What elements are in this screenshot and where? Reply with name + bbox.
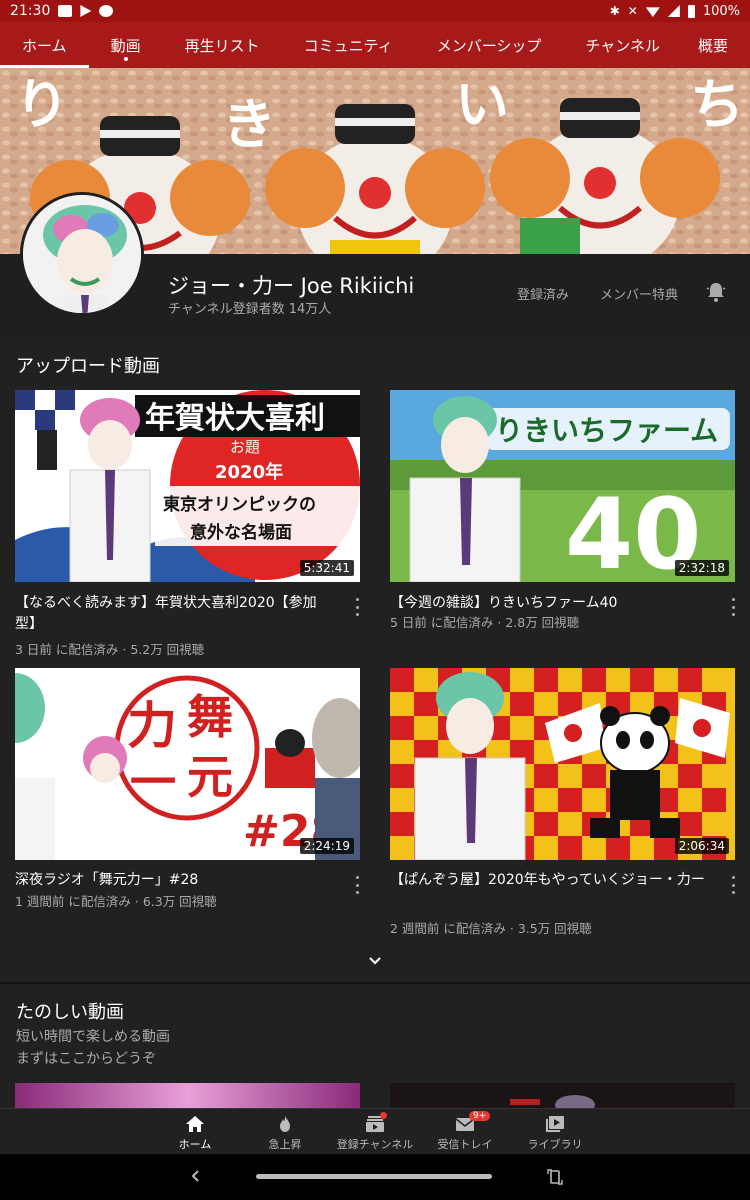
notification-bell-icon[interactable] bbox=[704, 280, 728, 304]
thumb-text: 2020年 bbox=[215, 461, 283, 483]
system-navigation-bar bbox=[0, 1154, 750, 1200]
video-more-icon[interactable] bbox=[726, 876, 740, 894]
video-meta: 3 日前 に配信済み · 5.2万 回視聴 bbox=[15, 642, 205, 657]
battery-icon bbox=[687, 4, 695, 18]
youtube-notification-icon bbox=[58, 5, 73, 17]
tab-about[interactable]: 概要 bbox=[682, 22, 744, 68]
video-duration: 2:06:34 bbox=[674, 838, 729, 854]
video-thumbnail[interactable]: 年賀状大喜利 お題 2020年 東京オリンピックの 意外な名場面 5:32:41 bbox=[15, 390, 360, 582]
video-more-icon[interactable] bbox=[350, 876, 364, 894]
status-time: 21:30 bbox=[10, 3, 51, 19]
tab-channels[interactable]: チャンネル bbox=[563, 22, 682, 68]
video-duration: 2:24:19 bbox=[299, 838, 354, 854]
thumb-text: 元 bbox=[187, 750, 233, 804]
banner-char-4: ち bbox=[690, 73, 744, 136]
thumbnail-image: 年賀状大喜利 お題 2020年 東京オリンピックの 意外な名場面 bbox=[15, 390, 360, 582]
subscriptions-icon bbox=[365, 1112, 387, 1133]
uploads-section-title: アップロード動画 bbox=[16, 356, 160, 377]
banner-char-3: い bbox=[455, 73, 509, 136]
nav-trending[interactable]: 急上昇 bbox=[235, 1109, 335, 1155]
tab-videos[interactable]: 動画 bbox=[89, 22, 163, 68]
channel-tabs: ホーム 動画 再生リスト コミュニティ メンバーシップ チャンネル 概要 bbox=[0, 22, 750, 68]
new-dot bbox=[123, 57, 128, 61]
fun-section-title: たのしい動画 bbox=[16, 1002, 124, 1023]
chat-notification-icon bbox=[99, 5, 114, 17]
video-thumbnail[interactable] bbox=[390, 1083, 735, 1109]
rotate-icon[interactable] bbox=[546, 1168, 564, 1186]
nav-subscriptions[interactable]: 登録チャンネル bbox=[325, 1109, 425, 1155]
subscribed-button[interactable]: 登録済み bbox=[517, 284, 569, 303]
play-store-notification-icon bbox=[80, 5, 92, 17]
video-duration: 2:32:18 bbox=[674, 560, 729, 576]
library-icon bbox=[545, 1115, 565, 1133]
thumbnail-image bbox=[15, 1083, 360, 1109]
new-content-dot bbox=[380, 1112, 387, 1119]
video-title[interactable]: 【ぱんぞう屋】2020年もやっていくジョー・力ー bbox=[390, 870, 710, 891]
video-thumbnail[interactable]: りきいちファーム 40 2:32:18 bbox=[390, 390, 735, 582]
status-bar: 21:30 ✱ ✕ 100% bbox=[0, 0, 750, 22]
channel-avatar[interactable] bbox=[20, 192, 144, 316]
wifi-icon bbox=[645, 7, 660, 17]
signal-icon bbox=[667, 5, 680, 17]
video-meta: 1 週間前 に配信済み · 6.3万 回視聴 bbox=[15, 894, 217, 909]
thumb-text: 一 bbox=[130, 755, 176, 809]
channel-name: ジョー・力ー Joe Rikiichi bbox=[168, 274, 415, 298]
inbox-icon: 9+ bbox=[455, 1111, 491, 1133]
tab-playlists[interactable]: 再生リスト bbox=[163, 22, 282, 68]
video-thumbnail[interactable] bbox=[15, 1083, 360, 1109]
video-meta: 2 週間前 に配信済み · 3.5万 回視聴 bbox=[390, 921, 592, 936]
thumb-text: お題 bbox=[230, 438, 260, 456]
bluetooth-icon: ✱ bbox=[609, 4, 620, 18]
subscriber-count: チャンネル登録者数 14万人 bbox=[168, 302, 332, 317]
video-thumbnail[interactable]: 2:06:34 bbox=[390, 668, 735, 860]
thumbnail-image bbox=[390, 1083, 735, 1109]
tab-membership[interactable]: メンバーシップ bbox=[415, 22, 564, 68]
tab-community[interactable]: コミュニティ bbox=[282, 22, 415, 68]
video-duration: 5:32:41 bbox=[299, 560, 354, 576]
section-divider bbox=[0, 982, 750, 984]
video-meta: 5 日前 に配信済み · 2.8万 回視聴 bbox=[390, 615, 580, 630]
flame-icon bbox=[275, 1115, 295, 1133]
video-more-icon[interactable] bbox=[350, 598, 364, 616]
mute-icon: ✕ bbox=[627, 4, 638, 18]
thumb-text: 意外な名場面 bbox=[190, 522, 292, 543]
battery-percent: 100% bbox=[702, 3, 740, 19]
member-perks-button[interactable]: メンバー特典 bbox=[600, 284, 678, 303]
nav-inbox[interactable]: 9+ 受信トレイ bbox=[415, 1109, 515, 1155]
bottom-navigation: ホーム 急上昇 登録チャンネル 9+ 受信トレイ ライブラリ bbox=[0, 1108, 750, 1154]
thumbnail-image: りきいちファーム 40 bbox=[390, 390, 735, 582]
thumbnail-image bbox=[390, 668, 735, 860]
video-title[interactable]: 【なるべく読みます】年賀状大喜利2020【参加型】 bbox=[15, 593, 335, 635]
video-more-icon[interactable] bbox=[726, 598, 740, 616]
nav-home[interactable]: ホーム bbox=[145, 1109, 245, 1155]
fun-section-subtitle-1: 短い時間で楽しめる動画 bbox=[16, 1029, 170, 1045]
thumb-text: 年賀状大喜利 bbox=[145, 401, 325, 436]
tab-home[interactable]: ホーム bbox=[0, 22, 89, 68]
thumb-text: 舞 bbox=[187, 690, 233, 744]
video-title[interactable]: 【今週の雑談】りきいちファーム40 bbox=[390, 593, 710, 614]
video-thumbnail[interactable]: 力 舞 一 元 #28 2:24:19 bbox=[15, 668, 360, 860]
thumb-text: りきいちファーム bbox=[495, 414, 718, 447]
nav-library[interactable]: ライブラリ bbox=[505, 1109, 605, 1155]
home-icon bbox=[185, 1115, 205, 1133]
thumbnail-image: 力 舞 一 元 #28 bbox=[15, 668, 360, 860]
expand-chevron-down-icon[interactable] bbox=[366, 952, 384, 970]
back-icon[interactable] bbox=[188, 1168, 204, 1184]
thumb-text: 東京オリンピックの bbox=[163, 494, 316, 515]
home-gesture-pill[interactable] bbox=[256, 1174, 492, 1179]
inbox-badge: 9+ bbox=[469, 1111, 491, 1121]
video-title[interactable]: 深夜ラジオ「舞元力ー」#28 bbox=[15, 870, 335, 891]
banner-char-1: り bbox=[15, 73, 69, 136]
fun-section-subtitle-2: まずはここからどうぞ bbox=[16, 1051, 156, 1067]
banner-char-2: き bbox=[222, 93, 276, 156]
thumb-text: 力 bbox=[127, 697, 177, 755]
